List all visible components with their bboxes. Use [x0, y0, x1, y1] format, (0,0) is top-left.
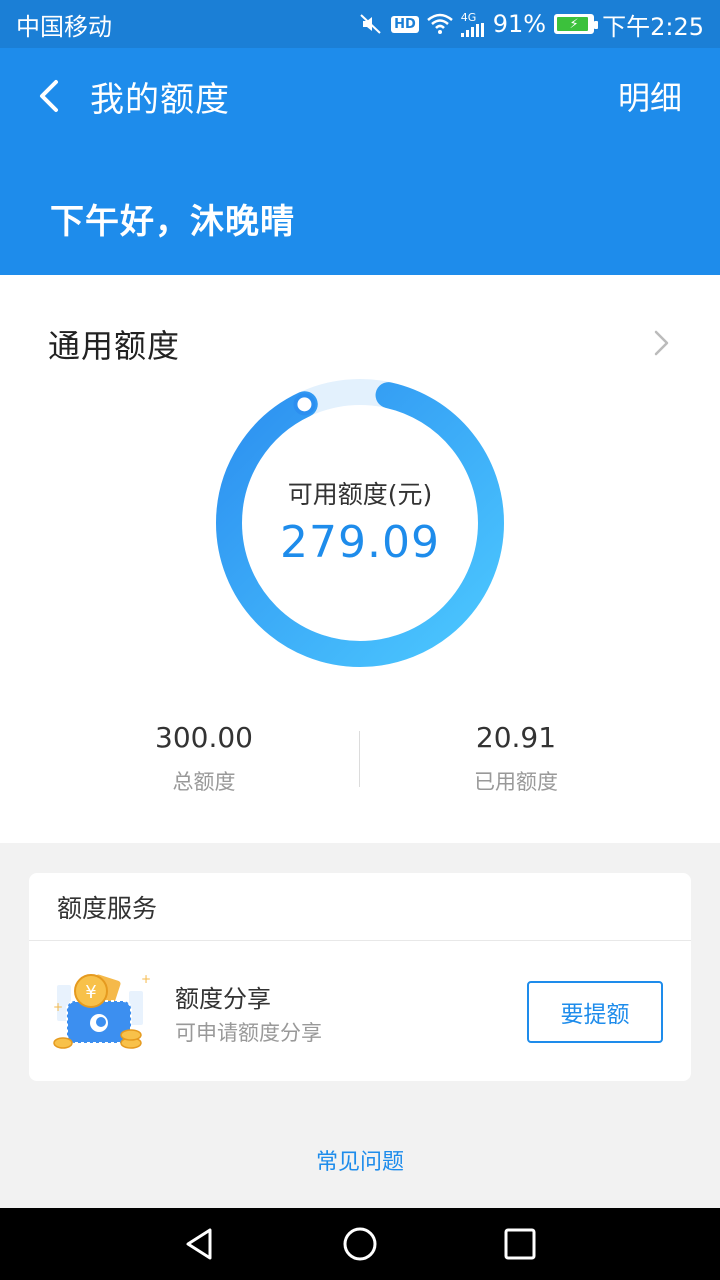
header: 我的额度 明细 下午好，沐晚晴 [0, 48, 720, 275]
battery-icon: ⚡ [554, 14, 599, 34]
carrier-name: 中国移动 [16, 12, 112, 41]
ring-end-knob [293, 393, 316, 416]
total-credit-label: 总额度 [172, 770, 236, 794]
back-icon[interactable] [28, 76, 68, 116]
svg-text:+: + [53, 1000, 63, 1014]
nav-recent-apps-icon[interactable] [500, 1224, 540, 1264]
used-credit: 20.91 已用额度 [366, 721, 666, 796]
credit-service-card: 额度服务 ¥ + + 额度分享 可申请额度分享 要提额 [29, 873, 691, 1081]
faq-link[interactable]: 常见问题 [0, 1144, 720, 1176]
status-icons: HD 4G 91% ⚡ 下午2:25 [359, 7, 704, 42]
used-credit-value: 20.91 [475, 721, 557, 754]
raise-credit-button[interactable]: 要提额 [527, 981, 663, 1043]
battery-percent: 91% [492, 10, 547, 38]
page-title: 我的额度 [90, 79, 230, 120]
credit-share-name: 额度分享 [175, 985, 271, 1013]
charging-bolt-icon: ⚡ [569, 16, 579, 32]
stats-divider [359, 731, 360, 787]
total-credit: 300.00 总额度 [54, 721, 354, 796]
hd-icon: HD [391, 15, 419, 33]
used-credit-label: 已用额度 [474, 770, 558, 794]
wallet-coins-icon: ¥ + + [53, 972, 151, 1049]
greeting-text: 下午好，沐晚晴 [50, 202, 295, 242]
mute-icon [359, 12, 383, 36]
nav-home-icon[interactable] [340, 1224, 380, 1264]
general-credit-card: 通用额度 可用额度(元) 279.09 300.00 总额度 20.91 已用额… [0, 275, 720, 843]
wifi-icon [426, 13, 453, 35]
available-credit-value: 279.09 [280, 517, 440, 568]
chevron-right-icon[interactable] [652, 329, 672, 357]
general-credit-title[interactable]: 通用额度 [48, 321, 180, 367]
credit-stats: 300.00 总额度 20.91 已用额度 [0, 721, 720, 801]
total-credit-value: 300.00 [155, 721, 253, 754]
top-bar: 我的额度 明细 [0, 48, 720, 144]
status-bar: 中国移动 HD 4G 91% ⚡ 下午2:25 [0, 0, 720, 48]
network-type-label: 4G [460, 10, 477, 24]
credit-share-item[interactable]: ¥ + + 额度分享 可申请额度分享 要提额 [29, 941, 691, 1081]
credit-ring: 可用额度(元) 279.09 [214, 377, 506, 669]
credit-share-description: 可申请额度分享 [175, 1021, 322, 1045]
svg-text:+: + [141, 972, 151, 986]
detail-button[interactable]: 明细 [618, 73, 682, 119]
nav-back-icon[interactable] [180, 1224, 220, 1264]
svg-text:¥: ¥ [85, 982, 96, 1003]
available-credit-label: 可用额度(元) [287, 480, 433, 509]
system-nav-bar [0, 1208, 720, 1280]
credit-service-title: 额度服务 [29, 873, 691, 941]
signal-icon: 4G [460, 10, 485, 37]
clock: 下午2:25 [602, 12, 704, 41]
